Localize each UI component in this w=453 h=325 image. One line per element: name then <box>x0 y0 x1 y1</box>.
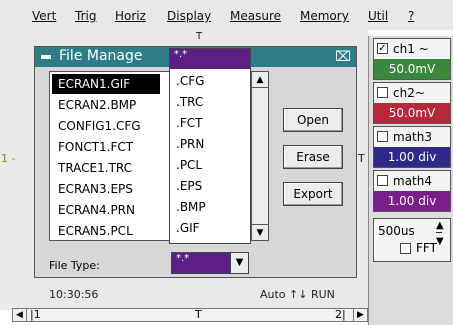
file-type-value: *.* <box>172 253 230 273</box>
scroll-marker-channel1-label: 1 <box>33 308 41 321</box>
close-icon[interactable]: ⌧ <box>335 49 351 65</box>
dropdown-option[interactable]: .CFG <box>172 71 248 92</box>
dropdown-selected-option[interactable]: *.* <box>170 49 250 69</box>
scroll-marker-channel2-label: 2 <box>335 308 342 321</box>
dropdown-option[interactable]: .PCL <box>172 155 248 176</box>
ch2-coupling: ~ <box>414 86 425 100</box>
math4-scale: 1.00 div <box>374 191 450 211</box>
menu-vert[interactable]: Vert <box>32 9 56 23</box>
timebase-spinner-icon[interactable]: ▲ ─ ▼ <box>436 221 444 247</box>
dropdown-option[interactable]: .GIF <box>172 218 248 239</box>
math4-label: math4 <box>393 174 432 188</box>
ch1-scale: 50.0mV <box>374 59 450 79</box>
channel-ch2[interactable]: ch2~ 50.0mV <box>373 82 451 124</box>
list-item[interactable]: ECRAN3.EPS <box>52 179 160 199</box>
fft-label: FFT <box>416 241 437 255</box>
scroll-marker-trigger: T <box>195 308 202 321</box>
ch1-name: ch1 <box>393 42 415 56</box>
trigger-edge-icon: ↑↓ <box>289 288 308 301</box>
ch1-checkbox[interactable]: ✓ <box>377 43 388 54</box>
menu-help[interactable]: ? <box>408 9 414 23</box>
list-item[interactable]: CONFIG1.CFG <box>52 116 160 136</box>
channel-math4[interactable]: math4 1.00 div <box>373 170 451 212</box>
dropdown-option[interactable]: .FCT <box>172 113 248 134</box>
list-item[interactable]: ECRAN4.PRN <box>52 200 160 220</box>
math3-label: math3 <box>393 130 432 144</box>
math3-scale: 1.00 div <box>374 147 450 167</box>
list-item[interactable]: ECRAN1.GIF <box>52 74 160 94</box>
chevron-down-icon[interactable]: ▼ <box>230 253 248 273</box>
fft-checkbox[interactable] <box>400 243 411 254</box>
ch2-scale: 50.0mV <box>374 103 450 123</box>
file-type-label: File Type: <box>49 259 100 272</box>
dialog-title: File Manage <box>59 48 143 64</box>
acquisition-timestamp: 10:30:56 <box>49 288 99 301</box>
ch1-label: ch1 ~ <box>393 42 429 56</box>
math3-checkbox[interactable] <box>377 131 388 142</box>
channel1-level-marker: 1 - <box>1 152 16 165</box>
channel-math3[interactable]: math3 1.00 div <box>373 126 451 168</box>
menu-memory[interactable]: Memory <box>300 9 349 23</box>
scroll-left-arrow-icon[interactable]: ◀ <box>13 309 27 321</box>
menu-display[interactable]: Display <box>167 9 211 23</box>
menu-bar: Vert Trig Horiz Display Measure Memory U… <box>0 0 453 30</box>
menu-trig[interactable]: Trig <box>75 9 96 23</box>
list-item[interactable]: FONCT1.FCT <box>52 137 160 157</box>
scroll-down-arrow-icon[interactable]: ▼ <box>252 224 268 240</box>
scroll-marker-channel1: |1 <box>30 308 41 321</box>
channel-panel: ✓ ch1 ~ 50.0mV ch2~ 50.0mV math3 1.00 di… <box>368 36 453 325</box>
trigger-status: Auto ↑↓ RUN <box>260 288 335 301</box>
trigger-level-marker: T <box>358 152 365 165</box>
file-type-dropdown[interactable]: *.* .CFG .TRC .FCT .PRN .PCL .EPS .BMP .… <box>169 48 251 244</box>
channel1-level-marker-label: 1 <box>1 152 8 165</box>
scroll-up-arrow-icon[interactable]: ▲ <box>252 72 268 88</box>
file-type-select[interactable]: *.* ▼ <box>171 252 249 274</box>
list-item[interactable]: ECRAN2.BMP <box>52 95 160 115</box>
ch2-checkbox[interactable] <box>377 87 388 98</box>
export-button[interactable]: Export <box>283 182 343 206</box>
run-state: RUN <box>310 288 335 301</box>
open-button[interactable]: Open <box>283 108 343 132</box>
ch2-label: ch2~ <box>393 86 425 100</box>
list-item[interactable]: ECRAN5.PCL <box>52 221 160 240</box>
trigger-time-marker: T <box>196 31 203 42</box>
scroll-marker-channel2: 2| <box>335 308 346 321</box>
list-item[interactable]: TRACE1.TRC <box>52 158 160 178</box>
channel-ch1[interactable]: ✓ ch1 ~ 50.0mV <box>373 38 451 80</box>
file-list-scrollbar[interactable]: ▲ ▼ <box>251 72 268 240</box>
trigger-mode: Auto <box>260 288 286 301</box>
scroll-right-arrow-icon[interactable]: ▶ <box>353 309 367 321</box>
math4-checkbox[interactable] <box>377 175 388 186</box>
horizontal-scrollbar[interactable]: ◀ |1 T 2| ▶ <box>12 308 368 322</box>
dropdown-option[interactable]: .PRN <box>172 134 248 155</box>
menu-horiz[interactable]: Horiz <box>115 9 146 23</box>
menu-util[interactable]: Util <box>368 9 388 23</box>
window-menu-icon[interactable] <box>41 55 51 59</box>
timebase-value: 500us <box>378 224 415 238</box>
timebase-control[interactable]: 500us ▲ ─ ▼ FFT <box>373 218 451 262</box>
dropdown-option[interactable]: .TRC <box>172 92 248 113</box>
erase-button[interactable]: Erase <box>283 145 343 169</box>
menu-measure[interactable]: Measure <box>230 9 281 23</box>
dropdown-option[interactable]: .BMP <box>172 197 248 218</box>
dropdown-option[interactable]: .EPS <box>172 176 248 197</box>
ch1-coupling: ~ <box>418 42 429 56</box>
ch2-name: ch2 <box>393 86 415 100</box>
